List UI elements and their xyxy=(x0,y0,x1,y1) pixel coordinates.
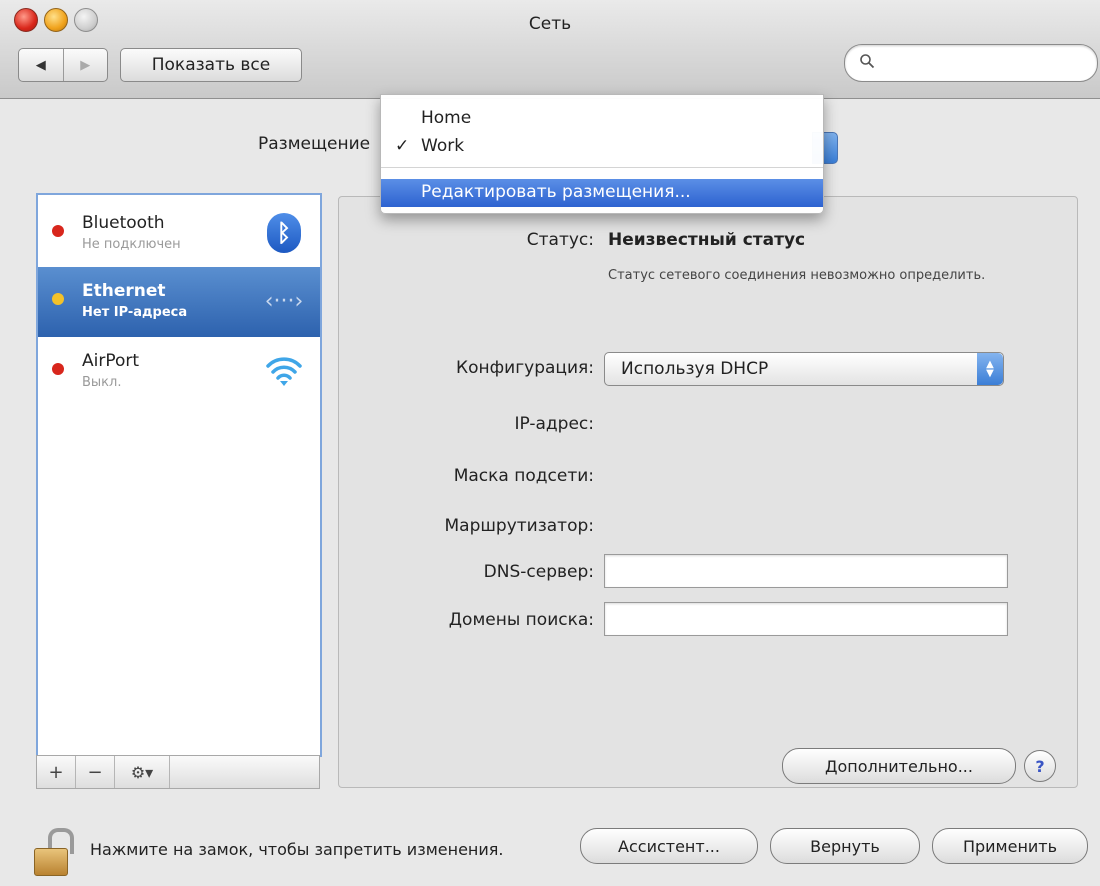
menu-item-label: Work xyxy=(421,136,465,156)
help-button[interactable]: ? xyxy=(1024,750,1056,782)
gear-menu-button[interactable]: ⚙▾ xyxy=(115,756,170,788)
service-status: Не подключен xyxy=(82,237,181,252)
nav-segmented-control: ◀ ▶ xyxy=(18,48,108,82)
apply-button[interactable]: Применить xyxy=(932,828,1088,864)
status-value: Неизвестный статус xyxy=(608,230,806,250)
status-dot-red xyxy=(52,363,64,375)
menu-item-edit-locations[interactable]: Редактировать размещения... xyxy=(381,179,823,207)
config-label: Конфигурация: xyxy=(456,358,594,378)
menu-item-home[interactable]: Home xyxy=(381,105,823,133)
location-label: Размещение xyxy=(258,134,371,154)
menu-item-label: Редактировать размещения... xyxy=(421,182,691,202)
service-name: AirPort xyxy=(82,351,140,371)
ethernet-icon: ‹···› xyxy=(264,288,304,314)
menu-item-work[interactable]: ✓ Work xyxy=(381,133,823,161)
status-description: Статус сетевого соединения невозможно оп… xyxy=(608,268,986,283)
service-list: Bluetooth Не подключен ᛒ Ethernet Нет IP… xyxy=(36,193,322,757)
service-list-controls: + − ⚙▾ xyxy=(36,755,320,789)
show-all-button[interactable]: Показать все xyxy=(120,48,302,82)
status-dot-red xyxy=(52,225,64,237)
search-domains-label: Домены поиска: xyxy=(448,610,594,630)
dns-label: DNS-сервер: xyxy=(483,562,594,582)
search-field[interactable] xyxy=(844,44,1098,82)
config-value: Используя DHCP xyxy=(621,359,769,379)
popup-arrows-icon: ▲ ▼ xyxy=(977,353,1003,385)
checkmark-icon: ✓ xyxy=(395,136,410,156)
router-label: Маршрутизатор: xyxy=(444,516,594,536)
advanced-button[interactable]: Дополнительно... xyxy=(782,748,1016,784)
dns-server-field[interactable] xyxy=(604,554,1008,588)
lock-icon[interactable] xyxy=(34,828,74,876)
search-domains-field[interactable] xyxy=(604,602,1008,636)
service-name: Bluetooth xyxy=(82,213,165,233)
status-dot-yellow xyxy=(52,293,64,305)
forward-button[interactable]: ▶ xyxy=(62,49,108,81)
bluetooth-icon: ᛒ xyxy=(264,213,304,253)
add-service-button[interactable]: + xyxy=(37,756,76,788)
service-item-airport[interactable]: AirPort Выкл. xyxy=(38,337,320,407)
service-status: Выкл. xyxy=(82,375,122,390)
back-button[interactable]: ◀ xyxy=(19,49,63,81)
lock-body xyxy=(34,848,68,876)
status-label: Статус: xyxy=(526,230,594,250)
service-name: Ethernet xyxy=(82,281,166,301)
service-status: Нет IP-адреса xyxy=(82,305,188,320)
service-item-bluetooth[interactable]: Bluetooth Не подключен ᛒ xyxy=(38,199,320,269)
menu-item-label: Home xyxy=(421,108,472,128)
revert-button[interactable]: Вернуть xyxy=(770,828,920,864)
wifi-icon xyxy=(264,351,304,391)
forward-arrow-icon: ▶ xyxy=(80,57,91,73)
service-item-ethernet[interactable]: Ethernet Нет IP-адреса ‹···› xyxy=(38,267,320,337)
menu-separator xyxy=(381,167,823,168)
lock-message: Нажмите на замок, чтобы запретить измене… xyxy=(90,840,504,859)
location-menu: Home ✓ Work Редактировать размещения... xyxy=(380,94,824,214)
assistant-button[interactable]: Ассистент... xyxy=(580,828,758,864)
titlebar: Сеть ◀ ▶ Показать все xyxy=(0,0,1100,99)
subnet-mask-label: Маска подсети: xyxy=(453,466,594,486)
bluetooth-glyph: ᛒ xyxy=(267,213,301,253)
back-arrow-icon: ◀ xyxy=(35,57,46,73)
config-popup[interactable]: Используя DHCP ▲ ▼ xyxy=(604,352,1004,386)
search-icon xyxy=(859,53,875,73)
ip-label: IP-адрес: xyxy=(514,414,594,434)
network-preferences-window: Сеть ◀ ▶ Показать все Размещение Bluetoo… xyxy=(0,0,1100,886)
remove-service-button[interactable]: − xyxy=(76,756,115,788)
window-title: Сеть xyxy=(528,14,572,34)
